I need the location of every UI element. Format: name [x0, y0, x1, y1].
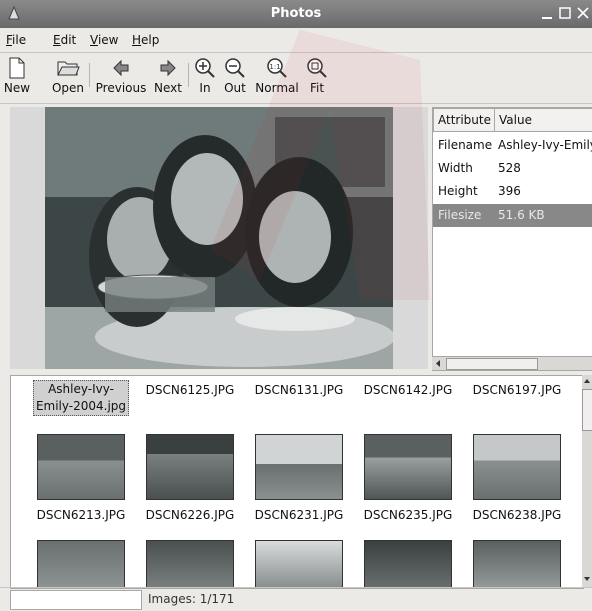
- thumbnail-image: [37, 434, 125, 500]
- window-title: Photos: [270, 6, 322, 21]
- thumbnail-item[interactable]: [356, 540, 460, 588]
- thumbnail-item[interactable]: DSCN6142.JPG: [356, 383, 460, 397]
- thumbnail-item[interactable]: Ashley-Ivy- Emily-2004.jpg: [29, 380, 133, 416]
- attribute-value: Ashley-Ivy-Emily-2004.jpg: [498, 138, 592, 152]
- scrollbar-thumb[interactable]: [582, 389, 592, 431]
- attribute-value: 528: [498, 161, 521, 175]
- thumbnail-item[interactable]: DSCN6125.JPG: [138, 383, 242, 397]
- thumbnail-item[interactable]: [138, 540, 242, 588]
- minimize-icon[interactable]: [540, 6, 554, 20]
- thumbnail-label: DSCN6213.JPG: [36, 508, 126, 522]
- status-bar: Images: 1/171: [0, 587, 592, 611]
- thumbnail-item[interactable]: [247, 540, 351, 588]
- new-button[interactable]: New: [2, 53, 32, 103]
- thumbnail-label: DSCN6238.JPG: [472, 508, 562, 522]
- attribute-row[interactable]: Width 528: [433, 157, 592, 180]
- toolbar-separator: [188, 63, 189, 87]
- open-button[interactable]: Open: [48, 53, 88, 103]
- thumbnail-item[interactable]: DSCN6226.JPG: [138, 434, 242, 522]
- thumbnail-image: [364, 434, 452, 500]
- attribute-name: Filename: [438, 138, 493, 152]
- attribute-row[interactable]: Height 396: [433, 180, 592, 203]
- title-bar[interactable]: Photos: [0, 0, 592, 28]
- thumbnail-image: [473, 540, 561, 588]
- main-photo: [45, 107, 393, 369]
- thumbnail-image: [146, 434, 234, 500]
- menu-edit[interactable]: Edit: [53, 33, 76, 47]
- thumbnail-grid[interactable]: Ashley-Ivy- Emily-2004.jpg DSCN6125.JPG D…: [10, 375, 584, 589]
- next-button[interactable]: Next: [152, 53, 184, 103]
- toolbar: New Open Previous Next In Out 1:1 Normal…: [0, 53, 592, 104]
- new-file-icon: [9, 57, 25, 79]
- thumbnail-item[interactable]: DSCN6213.JPG: [29, 434, 133, 522]
- thumbnail-item[interactable]: [29, 540, 133, 588]
- thumbnail-item[interactable]: DSCN6197.JPG: [465, 383, 569, 397]
- zoom-in-button[interactable]: In: [192, 53, 218, 103]
- scroll-left-icon[interactable]: [434, 359, 442, 368]
- image-viewer[interactable]: [10, 107, 428, 369]
- attribute-table[interactable]: Attribute Value Filename Ashley-Ivy-Emil…: [432, 107, 592, 371]
- scroll-down-icon[interactable]: [583, 575, 591, 583]
- close-icon[interactable]: [576, 6, 590, 20]
- thumbnail-image: [37, 540, 125, 588]
- attribute-name: Width: [438, 161, 473, 175]
- folder-open-icon: [57, 61, 80, 76]
- menu-file[interactable]: File: [6, 33, 26, 47]
- zoom-fit-icon: [307, 58, 327, 78]
- thumbnail-image: [473, 434, 561, 500]
- menu-help[interactable]: Help: [132, 33, 159, 47]
- thumbnail-image: [255, 434, 343, 500]
- image-count-status: Images: 1/171: [148, 592, 235, 606]
- svg-text:1:1: 1:1: [269, 63, 280, 71]
- thumbnail-label: DSCN6131.JPG: [254, 383, 344, 397]
- thumbnail-label: DSCN6226.JPG: [145, 508, 235, 522]
- attribute-horizontal-scrollbar[interactable]: [432, 356, 592, 370]
- status-field: [10, 590, 142, 610]
- zoom-normal-button[interactable]: 1:1 Normal: [254, 53, 300, 103]
- zoom-out-icon: [225, 58, 245, 78]
- column-header-attribute[interactable]: Attribute: [433, 108, 495, 132]
- thumbnail-item[interactable]: DSCN6235.JPG: [356, 434, 460, 522]
- thumbnail-label: DSCN6125.JPG: [145, 383, 235, 397]
- attribute-name: Height: [438, 184, 478, 198]
- thumbnail-label: DSCN6231.JPG: [254, 508, 344, 522]
- zoom-fit-button[interactable]: Fit: [304, 53, 330, 103]
- thumbnail-image: [364, 540, 452, 588]
- thumbnail-label: DSCN6197.JPG: [472, 383, 562, 397]
- column-header-value[interactable]: Value: [494, 108, 592, 132]
- thumbnail-label: DSCN6235.JPG: [363, 508, 453, 522]
- scroll-up-icon[interactable]: [583, 377, 591, 385]
- toolbar-separator: [89, 63, 90, 87]
- thumbnail-image: [146, 540, 234, 588]
- thumbnail-item[interactable]: DSCN6231.JPG: [247, 434, 351, 522]
- menu-bar: File Edit View Help: [0, 28, 592, 53]
- attribute-value: 51.6 KB: [498, 208, 545, 222]
- maximize-icon[interactable]: [558, 6, 572, 20]
- zoom-normal-icon: 1:1: [267, 58, 287, 78]
- previous-button[interactable]: Previous: [94, 53, 148, 103]
- thumbnail-item[interactable]: [465, 540, 569, 588]
- thumbnail-item[interactable]: DSCN6131.JPG: [247, 383, 351, 397]
- thumbnail-item[interactable]: DSCN6238.JPG: [465, 434, 569, 522]
- thumbnail-label: Ashley-Ivy- Emily-2004.jpg: [32, 380, 130, 416]
- attribute-row-selected[interactable]: Filesize 51.6 KB: [433, 204, 592, 227]
- zoom-in-icon: [195, 58, 215, 78]
- thumbnail-image: [255, 540, 343, 588]
- attribute-name: Filesize: [438, 208, 482, 222]
- attribute-row[interactable]: Filename Ashley-Ivy-Emily-2004.jpg: [433, 134, 592, 157]
- arrow-right-icon: [160, 59, 176, 77]
- thumbnail-vertical-scrollbar[interactable]: [582, 375, 592, 587]
- attribute-value: 396: [498, 184, 521, 198]
- thumbnail-label: DSCN6142.JPG: [363, 383, 453, 397]
- zoom-out-button[interactable]: Out: [222, 53, 248, 103]
- menu-view[interactable]: View: [90, 33, 118, 47]
- arrow-left-icon: [113, 59, 129, 77]
